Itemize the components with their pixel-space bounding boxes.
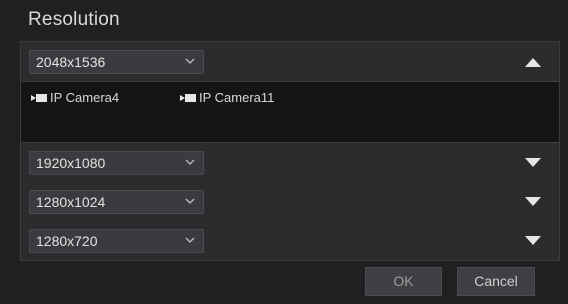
chevron-down-icon	[185, 159, 195, 165]
resolution-value: 1280x720	[36, 233, 98, 249]
camera-item[interactable]: IP Camera4	[31, 90, 119, 105]
ok-button[interactable]: OK	[365, 267, 442, 296]
camera-item[interactable]: IP Camera11	[180, 90, 274, 105]
resolution-row: 1920x1080	[21, 142, 559, 183]
resolution-dialog: Resolution 2048x1536 IP Camera4 IP Camer…	[0, 0, 568, 304]
camera-icon	[180, 93, 196, 102]
resolution-row: 1280x720	[21, 221, 559, 261]
triangle-up-icon[interactable]	[525, 57, 541, 67]
camera-label: IP Camera4	[50, 90, 120, 105]
dialog-title: Resolution	[28, 9, 120, 30]
camera-list: IP Camera4 IP Camera11	[21, 82, 559, 142]
chevron-down-icon	[185, 237, 195, 243]
resolution-value: 1280x1024	[36, 194, 106, 210]
resolution-select[interactable]: 1280x1024	[29, 190, 204, 214]
resolution-select[interactable]: 2048x1536	[29, 50, 204, 74]
camera-label: IP Camera11	[199, 90, 275, 105]
resolution-value: 1920x1080	[36, 155, 106, 171]
resolution-row: 1280x1024	[21, 182, 559, 222]
cancel-button[interactable]: Cancel	[457, 267, 535, 296]
chevron-down-icon	[185, 198, 195, 204]
camera-icon	[31, 93, 47, 102]
resolution-select[interactable]: 1920x1080	[29, 151, 204, 175]
triangle-down-icon[interactable]	[525, 158, 541, 168]
resolution-value: 2048x1536	[36, 54, 106, 70]
resolution-row: 2048x1536	[21, 42, 559, 82]
triangle-down-icon[interactable]	[525, 236, 541, 246]
resolution-select[interactable]: 1280x720	[29, 229, 204, 253]
chevron-down-icon	[185, 58, 195, 64]
triangle-down-icon[interactable]	[525, 197, 541, 207]
resolution-panel: 2048x1536 IP Camera4 IP Camera11 1920x10…	[20, 41, 560, 261]
